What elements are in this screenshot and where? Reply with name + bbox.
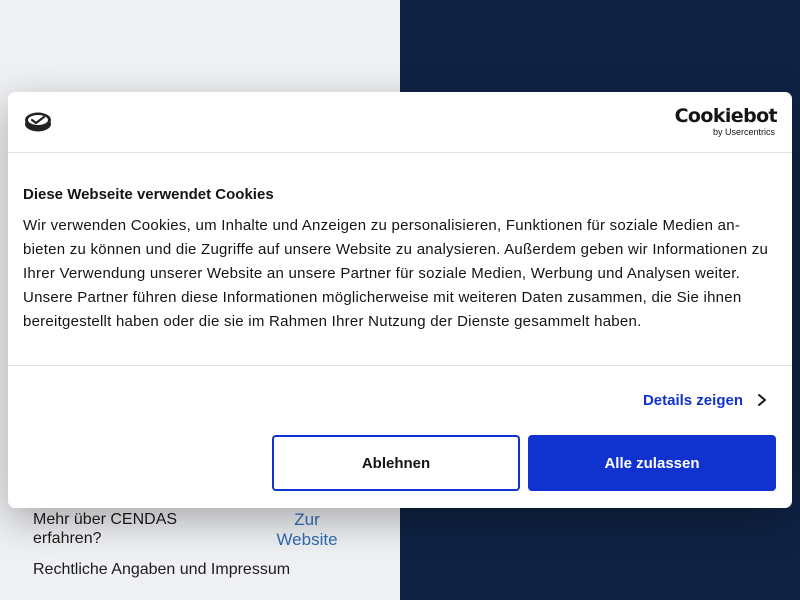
dialog-description: Wir verwenden Cookies, um Inhalte und An… <box>23 217 769 330</box>
details-label: Details zeigen <box>642 391 743 409</box>
dialog-header: Cookiebot by Usercentrics <box>8 92 792 153</box>
cookiebot-logo: Cookiebot by Usercentrics <box>667 105 778 141</box>
details-toggle-link[interactable]: Details zeigen <box>643 389 767 411</box>
cookiebot-name: Cookiebot <box>674 105 778 127</box>
page: Mehr über CENDAS erfahren? Zur Website R… <box>0 0 800 600</box>
decline-button[interactable]: Ablehnen <box>272 435 520 491</box>
accept-all-button[interactable]: Alle zulassen <box>528 435 776 491</box>
site-logo-icon <box>25 112 51 132</box>
chevron-right-icon <box>758 394 766 406</box>
dialog-title: Diese Webseite verwendet Cookies <box>23 186 274 203</box>
cookie-consent-dialog: Cookiebot by Usercentrics Diese Webseite… <box>8 92 792 508</box>
divider <box>8 365 792 366</box>
dialog-body: Diese Webseite verwendet Cookies Wir ver… <box>23 186 775 334</box>
cookiebot-by-text: by Usercentrics <box>712 127 775 137</box>
